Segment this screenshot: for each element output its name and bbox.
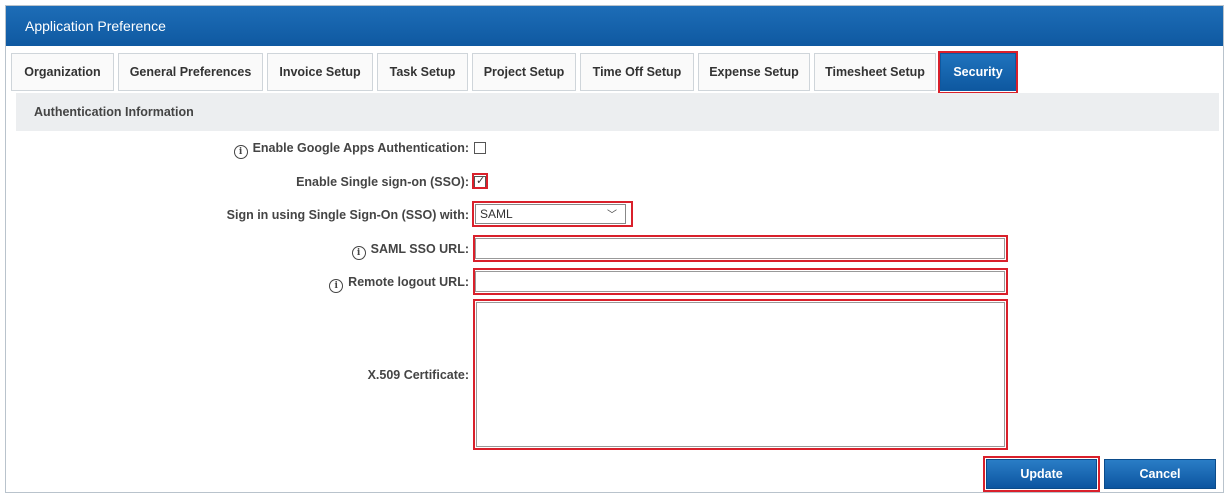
tab-organization[interactable]: Organization xyxy=(11,53,114,91)
sso-enable-checkbox[interactable]: ✓ xyxy=(474,175,486,188)
saml-url-label-text: SAML SSO URL: xyxy=(370,242,469,256)
tab-general-preferences[interactable]: General Preferences xyxy=(118,53,263,91)
google-auth-checkbox[interactable] xyxy=(474,142,486,154)
sso-with-label: Sign in using Single Sign-On (SSO) with: xyxy=(226,208,469,222)
saml-sso-url-input[interactable] xyxy=(475,238,1005,259)
saml-url-label: i SAML SSO URL: xyxy=(351,242,469,260)
remote-logout-url-input[interactable] xyxy=(475,271,1005,292)
tab-invoice-setup[interactable]: Invoice Setup xyxy=(267,53,373,91)
google-auth-label: i Enable Google Apps Authentication: xyxy=(233,141,469,159)
tab-security[interactable]: Security xyxy=(940,53,1016,91)
cancel-button[interactable]: Cancel xyxy=(1104,459,1216,489)
section-title: Authentication Information xyxy=(16,93,1219,131)
google-auth-label-text: Enable Google Apps Authentication: xyxy=(252,141,469,155)
application-preference-panel: Application Preference Organization Gene… xyxy=(5,5,1224,493)
tab-project-setup[interactable]: Project Setup xyxy=(472,53,576,91)
window-title: Application Preference xyxy=(6,6,1223,46)
logout-url-label: i Remote logout URL: xyxy=(329,275,469,293)
info-icon[interactable]: i xyxy=(329,279,344,293)
sso-provider-select[interactable]: SAML ﹀ xyxy=(475,204,626,224)
tab-time-off-setup[interactable]: Time Off Setup xyxy=(580,53,694,91)
sso-provider-value: SAML xyxy=(480,207,513,221)
tab-expense-setup[interactable]: Expense Setup xyxy=(698,53,810,91)
tab-bar: Organization General Preferences Invoice… xyxy=(6,51,1223,94)
certificate-label: X.509 Certificate: xyxy=(367,368,469,382)
tab-task-setup[interactable]: Task Setup xyxy=(377,53,468,91)
checkmark-icon: ✓ xyxy=(476,175,486,187)
sso-enable-label: Enable Single sign-on (SSO): xyxy=(296,175,469,189)
info-icon[interactable]: i xyxy=(233,145,248,159)
info-icon[interactable]: i xyxy=(351,246,366,260)
x509-certificate-textarea[interactable] xyxy=(476,302,1005,447)
update-button[interactable]: Update xyxy=(986,459,1097,489)
logout-url-label-text: Remote logout URL: xyxy=(348,275,469,289)
chevron-down-icon: ﹀ xyxy=(607,210,617,221)
tab-timesheet-setup[interactable]: Timesheet Setup xyxy=(814,53,936,91)
